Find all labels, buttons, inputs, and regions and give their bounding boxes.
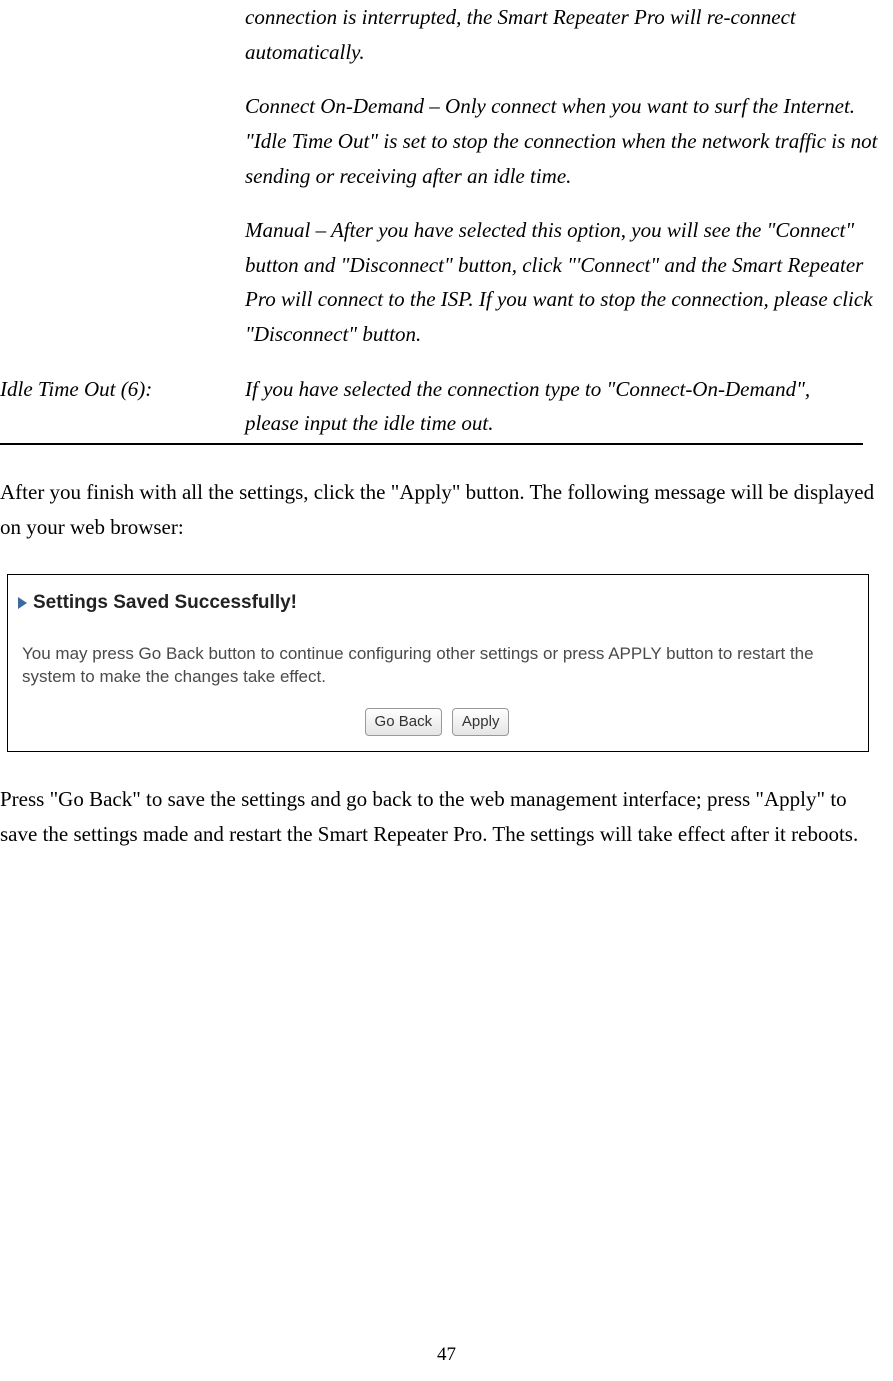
connection-type-descriptions: connection is interrupted, the Smart Rep…: [245, 0, 883, 352]
idle-time-out-label: Idle Time Out (6):: [0, 372, 245, 441]
dialog-button-row: Go Back Apply: [18, 703, 856, 738]
dialog-title-row: Settings Saved Successfully!: [18, 587, 856, 618]
paragraph-reconnect: connection is interrupted, the Smart Rep…: [245, 0, 883, 69]
idle-time-out-row: Idle Time Out (6): If you have selected …: [0, 372, 893, 441]
paragraph-on-demand: Connect On-Demand – Only connect when yo…: [245, 89, 883, 193]
idle-time-out-description: If you have selected the connection type…: [245, 372, 863, 441]
apply-instruction-text: After you finish with all the settings, …: [0, 475, 883, 544]
section-divider: [0, 443, 863, 445]
page: connection is interrupted, the Smart Rep…: [0, 0, 893, 1380]
apply-button[interactable]: Apply: [452, 708, 510, 736]
go-back-apply-explanation: Press "Go Back" to save the settings and…: [0, 782, 883, 851]
paragraph-manual: Manual – After you have selected this op…: [245, 213, 883, 352]
settings-saved-dialog: Settings Saved Successfully! You may pre…: [7, 574, 869, 752]
go-back-button[interactable]: Go Back: [365, 708, 443, 736]
triangle-right-icon: [18, 597, 27, 609]
dialog-body-text: You may press Go Back button to continue…: [22, 643, 852, 689]
dialog-title: Settings Saved Successfully!: [33, 587, 297, 618]
page-number: 47: [0, 1339, 893, 1370]
